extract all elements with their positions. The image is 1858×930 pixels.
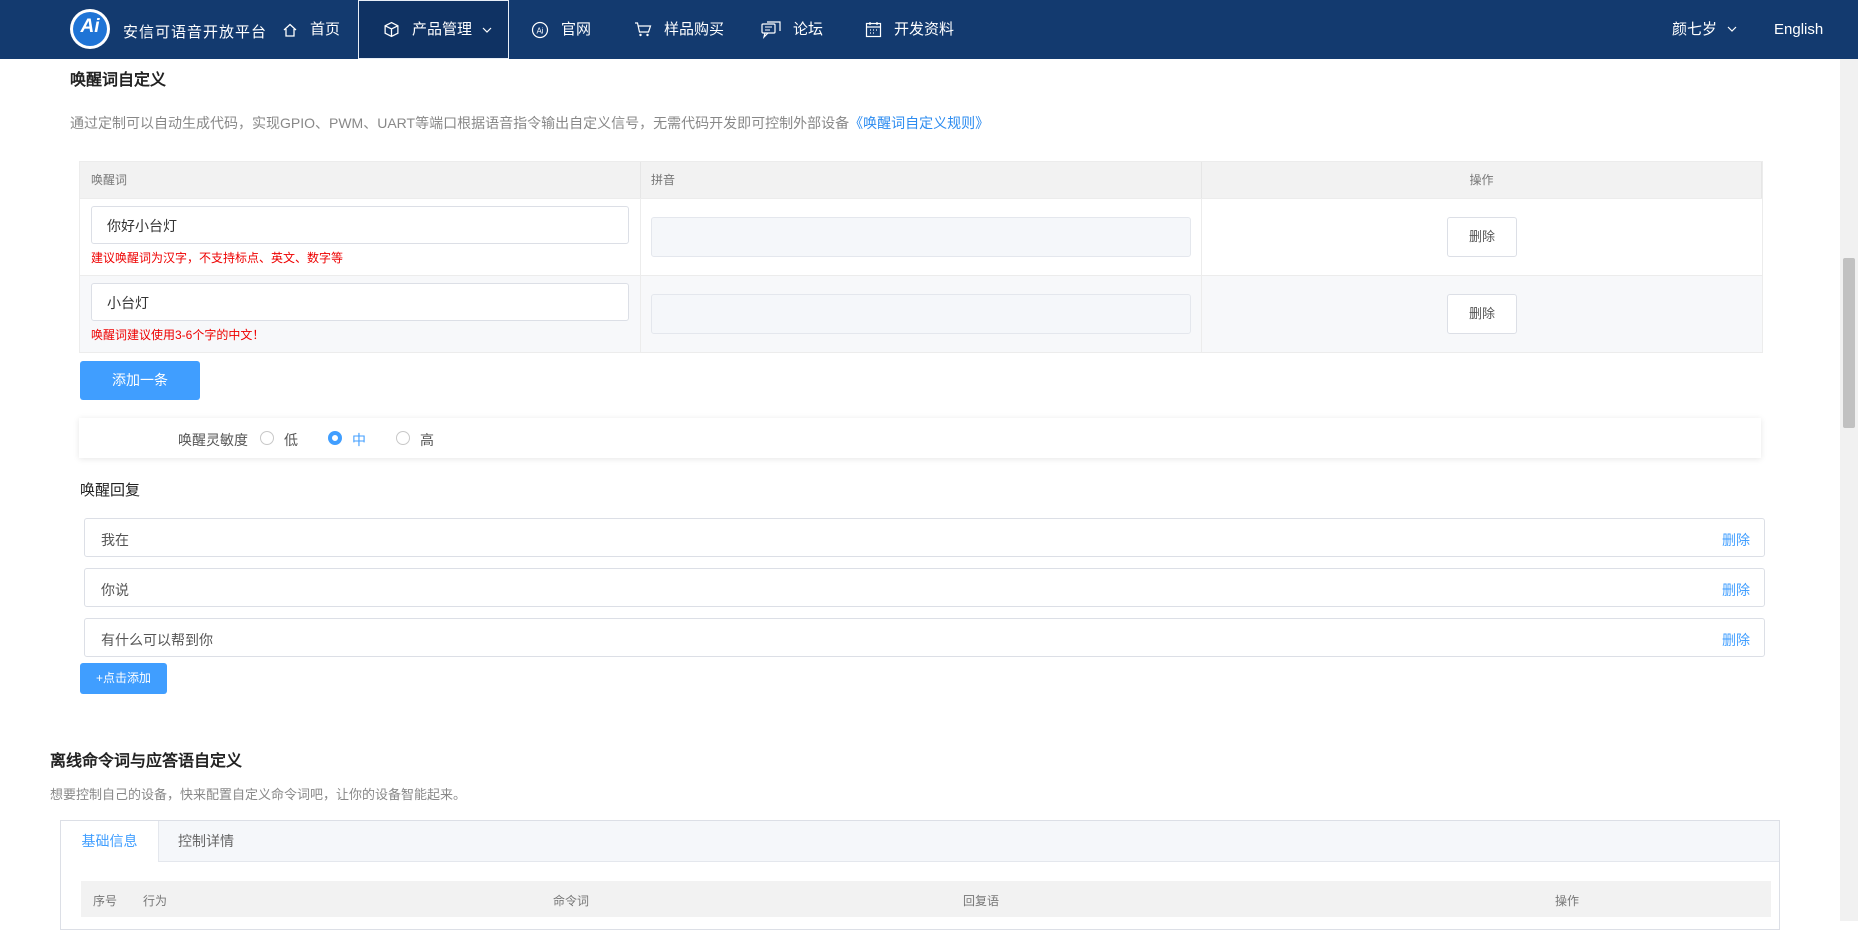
nav-official-site[interactable]: Ai 官网 bbox=[531, 0, 591, 59]
tab-control-detail[interactable]: 控制详情 bbox=[158, 821, 254, 861]
add-wake-word-button[interactable]: 添加一条 bbox=[80, 361, 200, 400]
chevron-down-icon bbox=[1727, 26, 1737, 32]
nav-forum[interactable]: 论坛 bbox=[761, 0, 823, 59]
reply-delete-link[interactable]: 删除 bbox=[1722, 580, 1750, 600]
offline-command-desc: 想要控制自己的设备，快来配置自定义命令词吧，让你的设备智能起来。 bbox=[50, 787, 467, 802]
header-command: 命令词 bbox=[553, 894, 590, 908]
command-table-header: 序号 行为 命令词 回复语 操作 bbox=[81, 881, 1771, 917]
wake-word-cell: 你好小台灯 建议唤醒词为汉字，不支持标点、英文、数字等 bbox=[80, 199, 641, 275]
sensitivity-radio-mid[interactable] bbox=[328, 431, 342, 445]
language-switch[interactable]: English bbox=[1774, 0, 1823, 59]
reply-text[interactable]: 有什么可以帮到你 bbox=[101, 630, 213, 650]
sensitivity-low-label[interactable]: 低 bbox=[284, 430, 298, 450]
wake-word-input[interactable]: 你好小台灯 bbox=[91, 206, 629, 244]
wake-reply-title: 唤醒回复 bbox=[80, 482, 141, 499]
delete-button[interactable]: 删除 bbox=[1447, 217, 1517, 257]
header-pinyin: 拼音 bbox=[641, 162, 1202, 198]
pinyin-field bbox=[651, 294, 1191, 334]
scrollbar-track[interactable] bbox=[1840, 59, 1858, 921]
nav-official-label: 官网 bbox=[561, 21, 592, 38]
wake-word-error: 唤醒词建议使用3-6个字的中文！ bbox=[91, 328, 265, 342]
wake-word-table: 唤醒词 拼音 操作 你好小台灯 建议唤醒词为汉字，不支持标点、英文、数字等 删除… bbox=[79, 161, 1763, 353]
user-name: 颜七岁 bbox=[1672, 21, 1718, 38]
header-behavior: 行为 bbox=[143, 894, 168, 908]
nav-dev-docs[interactable]: 开发资料 bbox=[865, 0, 954, 59]
offline-command-title: 离线命令词与应答语自定义 bbox=[50, 753, 243, 770]
list-item: 我在 删除 bbox=[84, 518, 1765, 557]
nav-home-label: 首页 bbox=[310, 21, 341, 38]
table-row: 小台灯 唤醒词建议使用3-6个字的中文！ 删除 bbox=[80, 275, 1762, 352]
chevron-down-icon bbox=[482, 27, 492, 33]
table-row: 你好小台灯 建议唤醒词为汉字，不支持标点、英文、数字等 删除 bbox=[80, 198, 1762, 275]
ai-circle-icon: Ai bbox=[531, 21, 549, 38]
list-item: 有什么可以帮到你 删除 bbox=[84, 618, 1765, 657]
header-index: 序号 bbox=[93, 894, 118, 908]
reply-delete-link[interactable]: 删除 bbox=[1722, 530, 1750, 550]
wake-word-desc: 通过定制可以自动生成代码，实现GPIO、PWM、UART等端口根据语音指令输出自… bbox=[70, 113, 989, 133]
cart-icon bbox=[635, 22, 652, 37]
wake-word-input[interactable]: 小台灯 bbox=[91, 283, 629, 321]
ops-cell: 删除 bbox=[1202, 276, 1762, 352]
reply-text[interactable]: 我在 bbox=[101, 530, 129, 550]
logo[interactable]: Ai bbox=[70, 9, 110, 49]
chat-icon bbox=[761, 20, 781, 39]
reply-text[interactable]: 你说 bbox=[101, 580, 129, 600]
calendar-icon bbox=[865, 22, 882, 38]
offline-tabs-panel: 基础信息 控制详情 序号 行为 命令词 回复语 操作 bbox=[60, 820, 1780, 930]
sensitivity-radio-high[interactable] bbox=[396, 431, 410, 445]
tabs-bar: 基础信息 控制详情 bbox=[61, 821, 1779, 862]
sensitivity-panel: 唤醒灵敏度 低 中 高 bbox=[79, 418, 1761, 458]
nav-home[interactable]: 首页 bbox=[282, 0, 340, 59]
nav-product-manage[interactable]: 产品管理 bbox=[383, 0, 492, 59]
wake-word-desc-text: 通过定制可以自动生成代码，实现GPIO、PWM、UART等端口根据语音指令输出自… bbox=[70, 115, 850, 131]
sensitivity-radio-low[interactable] bbox=[260, 431, 274, 445]
wake-word-error: 建议唤醒词为汉字，不支持标点、英文、数字等 bbox=[91, 251, 344, 265]
pinyin-cell bbox=[641, 199, 1202, 275]
nav-docs-label: 开发资料 bbox=[894, 21, 955, 38]
header-reply: 回复语 bbox=[963, 894, 1000, 908]
wake-rule-link[interactable]: 《唤醒词自定义规则》 bbox=[849, 115, 989, 131]
tab-basic-info[interactable]: 基础信息 bbox=[61, 821, 159, 862]
top-navbar: Ai 安信可语音开放平台 首页 产品管理 Ai 官网 样品购买 论坛 开发资料 … bbox=[0, 0, 1858, 59]
ops-cell: 删除 bbox=[1202, 199, 1762, 275]
nav-sample-label: 样品购买 bbox=[664, 21, 725, 38]
pinyin-field bbox=[651, 217, 1191, 257]
wake-word-cell: 小台灯 唤醒词建议使用3-6个字的中文！ bbox=[80, 276, 641, 352]
nav-sample-buy[interactable]: 样品购买 bbox=[634, 0, 724, 59]
header-wake-word: 唤醒词 bbox=[80, 162, 641, 198]
svg-text:Ai: Ai bbox=[536, 26, 543, 35]
add-reply-button[interactable]: +点击添加 bbox=[80, 663, 167, 694]
reply-delete-link[interactable]: 删除 bbox=[1722, 630, 1750, 650]
delete-button[interactable]: 删除 bbox=[1447, 294, 1517, 334]
list-item: 你说 删除 bbox=[84, 568, 1765, 607]
brand-name[interactable]: 安信可语音开放平台 bbox=[123, 21, 267, 42]
nav-product-label: 产品管理 bbox=[412, 21, 473, 38]
user-menu[interactable]: 颜七岁 bbox=[1672, 0, 1737, 59]
wake-word-title: 唤醒词自定义 bbox=[70, 72, 167, 89]
wake-table-header: 唤醒词 拼音 操作 bbox=[80, 162, 1762, 198]
logo-text: Ai bbox=[80, 16, 100, 37]
nav-forum-label: 论坛 bbox=[793, 21, 824, 38]
cube-icon bbox=[384, 21, 399, 38]
header-ops: 操作 bbox=[1555, 894, 1580, 908]
pinyin-cell bbox=[641, 276, 1202, 352]
sensitivity-label: 唤醒灵敏度 bbox=[178, 432, 248, 448]
sensitivity-mid-label[interactable]: 中 bbox=[352, 430, 366, 450]
home-icon bbox=[283, 23, 297, 37]
scrollbar-thumb[interactable] bbox=[1843, 258, 1855, 428]
sensitivity-high-label[interactable]: 高 bbox=[420, 430, 434, 450]
header-ops: 操作 bbox=[1202, 162, 1762, 198]
